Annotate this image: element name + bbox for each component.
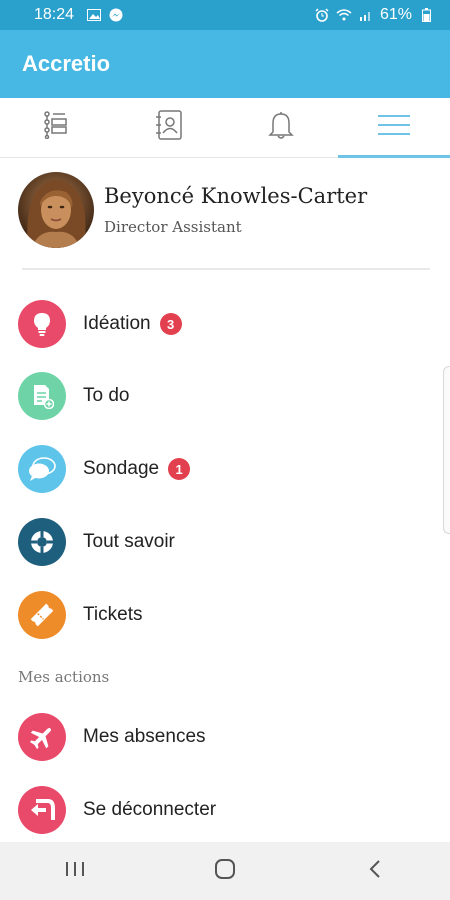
menu-item-label: Tickets bbox=[83, 604, 143, 625]
menu-item-label: Mes absences bbox=[83, 726, 206, 747]
list-icon bbox=[43, 111, 69, 144]
section-title-actions: Mes actions bbox=[18, 668, 110, 686]
back-button[interactable] bbox=[345, 851, 405, 891]
app-title: Accretio bbox=[22, 51, 111, 76]
logout-icon bbox=[18, 786, 66, 834]
chat-bubbles-icon bbox=[18, 445, 66, 493]
menu-item-tout-savoir[interactable]: Tout savoir bbox=[18, 516, 432, 568]
tab-notifications[interactable] bbox=[225, 98, 338, 157]
menu-item-label: Se déconnecter bbox=[83, 799, 217, 820]
document-add-icon bbox=[18, 372, 66, 420]
wifi-icon bbox=[336, 7, 352, 23]
menu-icon bbox=[377, 113, 411, 142]
tab-menu[interactable] bbox=[337, 98, 450, 158]
image-icon bbox=[86, 7, 102, 23]
profile-header[interactable]: Beyoncé Knowles-Carter Director Assistan… bbox=[18, 170, 432, 250]
lightbulb-icon bbox=[18, 300, 66, 348]
menu-item-label: Sondage bbox=[83, 458, 160, 479]
divider bbox=[22, 268, 430, 270]
menu-item-label: To do bbox=[83, 385, 130, 406]
status-time: 18:24 bbox=[34, 6, 75, 23]
menu-item-todo[interactable]: To do bbox=[18, 370, 432, 422]
back-icon bbox=[368, 859, 382, 884]
profile-name: Beyoncé Knowles-Carter bbox=[104, 184, 368, 208]
signal-icon bbox=[358, 7, 374, 23]
ideation-badge: 3 bbox=[159, 313, 182, 335]
tab-contacts[interactable] bbox=[113, 98, 226, 157]
tab-bar bbox=[0, 98, 450, 158]
avatar bbox=[18, 172, 94, 248]
edge-panel-handle[interactable] bbox=[443, 366, 450, 534]
profile-role: Director Assistant bbox=[104, 218, 242, 236]
menu-item-label: Tout savoir bbox=[83, 531, 175, 552]
battery-level: 61% bbox=[379, 6, 412, 23]
status-bar: 18:24 61% bbox=[0, 0, 450, 30]
home-button[interactable] bbox=[195, 851, 255, 891]
recents-icon bbox=[64, 860, 86, 883]
airplane-icon bbox=[18, 713, 66, 761]
tab-list[interactable] bbox=[0, 98, 113, 157]
menu-item-ideation[interactable]: Idéation 3 bbox=[18, 298, 432, 350]
sondage-badge: 1 bbox=[168, 458, 191, 480]
menu-item-logout[interactable]: Se déconnecter bbox=[18, 784, 432, 836]
recents-button[interactable] bbox=[45, 851, 105, 891]
alarm-icon bbox=[314, 7, 330, 23]
messenger-icon bbox=[108, 7, 124, 23]
menu-item-sondage[interactable]: Sondage 1 bbox=[18, 443, 432, 495]
menu-item-absences[interactable]: Mes absences bbox=[18, 711, 432, 763]
bell-icon bbox=[268, 110, 295, 145]
home-icon bbox=[214, 858, 236, 885]
menu-item-label: Idéation bbox=[83, 313, 151, 334]
ticket-icon bbox=[18, 591, 66, 639]
contacts-icon bbox=[155, 110, 183, 145]
menu-item-tickets[interactable]: Tickets bbox=[18, 589, 432, 641]
lifebuoy-icon bbox=[18, 518, 66, 566]
app-bar: Accretio bbox=[0, 30, 450, 98]
system-nav-bar bbox=[0, 842, 450, 900]
battery-icon bbox=[418, 7, 434, 23]
